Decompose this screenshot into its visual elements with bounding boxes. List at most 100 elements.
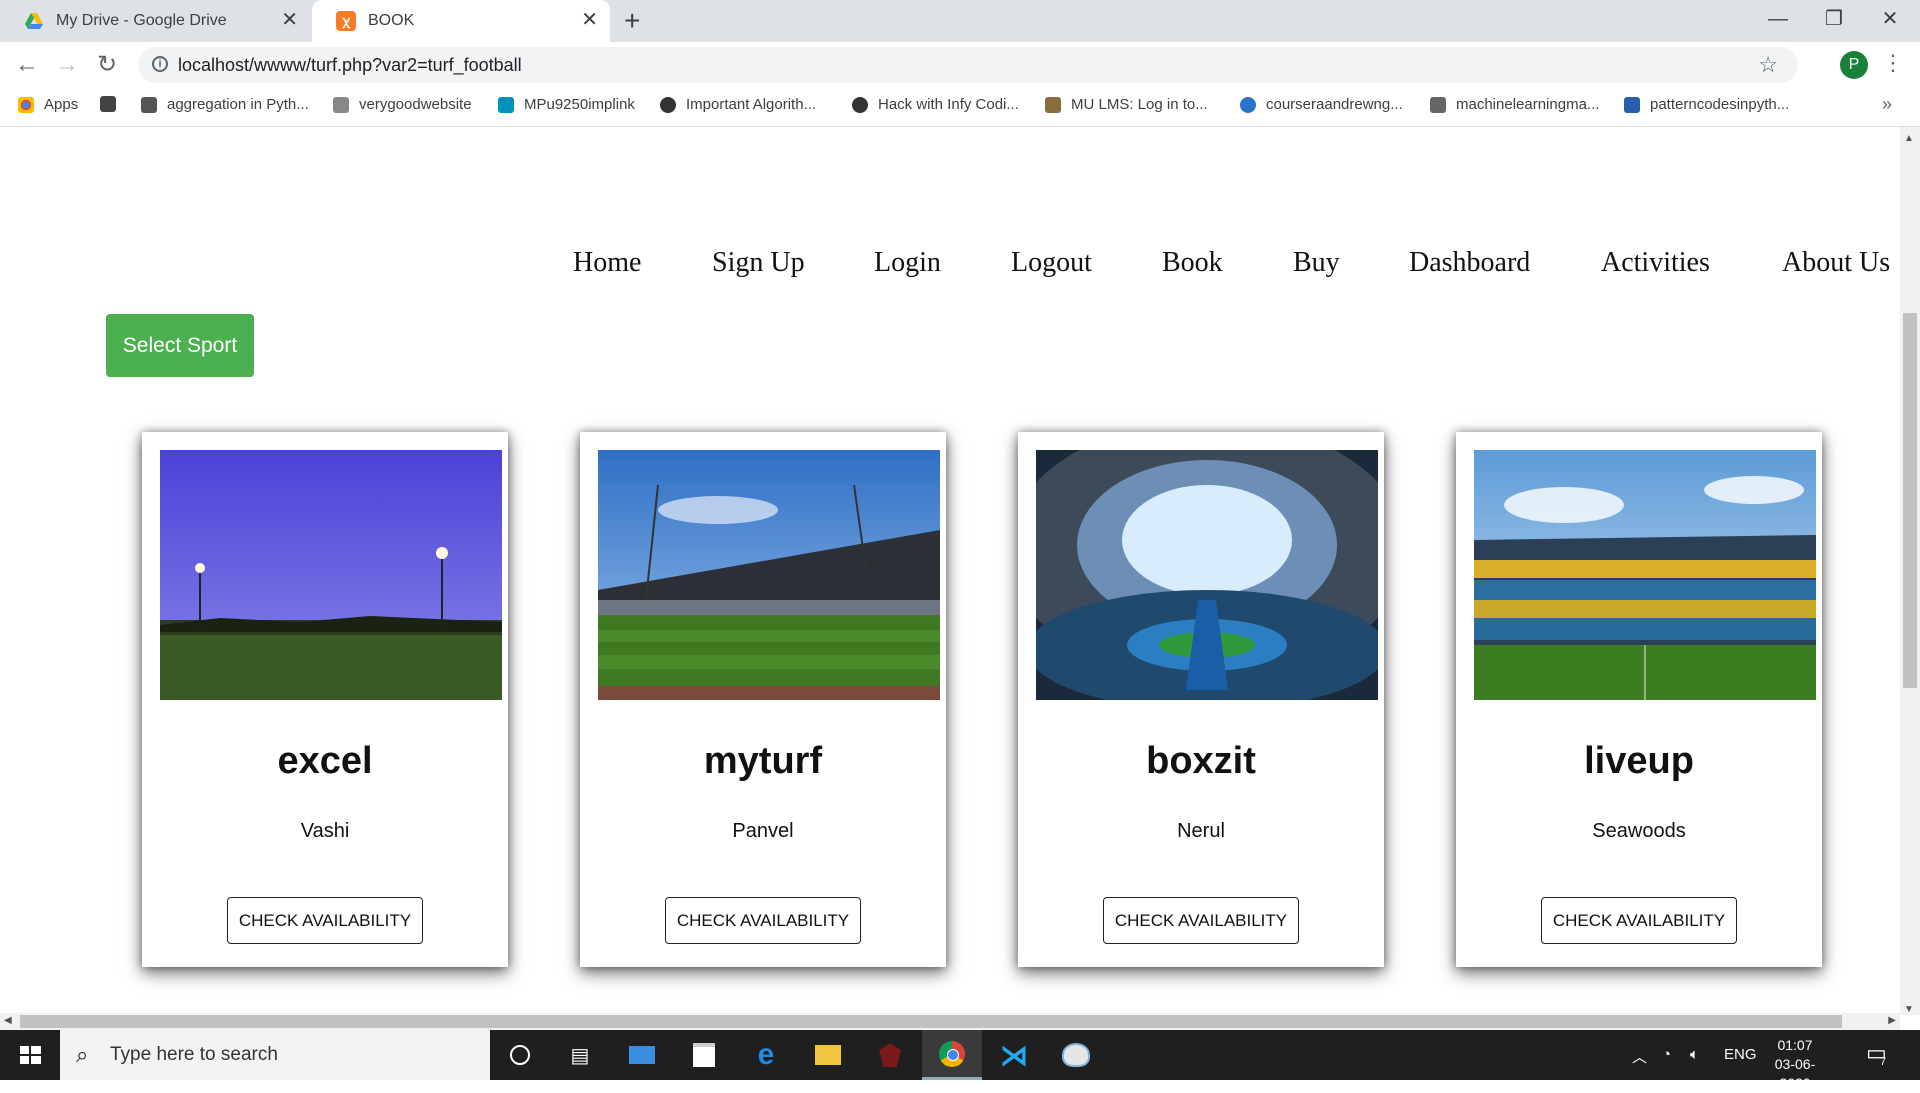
minimize-icon[interactable]: —: [1758, 4, 1798, 34]
bookmark-hackwithinfy[interactable]: Hack with Infy Codi...: [852, 96, 1019, 113]
turf-name: liveup: [1584, 740, 1694, 782]
arm-icon: [498, 96, 514, 113]
select-sport-button[interactable]: Select Sport: [106, 314, 254, 377]
turf-name: myturf: [703, 740, 823, 782]
language-indicator[interactable]: ENG: [1724, 1046, 1757, 1063]
apps-grid-icon: [18, 96, 34, 113]
lms-icon: [1045, 96, 1061, 113]
dc-icon: [1624, 96, 1640, 113]
scroll-down-icon[interactable]: ▼: [1904, 1004, 1914, 1015]
turf-location: Seawoods: [1592, 820, 1686, 842]
scroll-up-icon[interactable]: ▲: [1904, 133, 1914, 144]
date: 03-06-2020: [1774, 1056, 1816, 1091]
task-view-icon[interactable]: ▤: [550, 1030, 610, 1080]
turf-photo: [1474, 450, 1816, 700]
reload-icon[interactable]: ↻: [92, 50, 122, 80]
turf-photo: [160, 450, 502, 700]
nav-dashboard[interactable]: Dashboard: [1409, 247, 1530, 279]
maximize-icon[interactable]: ❐: [1814, 4, 1854, 34]
xampp-icon: ꭓ: [336, 11, 356, 31]
nav-about-us[interactable]: About Us: [1782, 247, 1890, 279]
nav-sign-up[interactable]: Sign Up: [712, 247, 805, 279]
file-explorer-icon[interactable]: [798, 1030, 858, 1080]
tab-google-drive[interactable]: My Drive - Google Drive ✕: [0, 0, 310, 42]
url-text: localhost/wwww/turf.php?var2=turf_footba…: [178, 55, 522, 75]
search-placeholder: Type here to search: [110, 1044, 278, 1065]
close-window-icon[interactable]: ✕: [1870, 4, 1910, 34]
info-icon[interactable]: i: [152, 56, 168, 72]
check-availability-button[interactable]: CHECK AVAILABILITY: [1103, 897, 1299, 944]
check-availability-button[interactable]: CHECK AVAILABILITY: [1541, 897, 1737, 944]
menu-kebab-icon[interactable]: ⋮: [1882, 50, 1904, 76]
mute-1998-icon: [100, 96, 116, 112]
nav-buy[interactable]: Buy: [1293, 247, 1340, 279]
turf-photo: [598, 450, 940, 700]
gfg-icon: [852, 96, 868, 113]
tray-overflow-icon[interactable]: ︿: [1632, 1046, 1647, 1067]
bookmark-star-icon[interactable]: ☆: [1758, 52, 1778, 78]
paint-icon[interactable]: [1046, 1030, 1106, 1080]
check-availability-button[interactable]: CHECK AVAILABILITY: [227, 897, 423, 944]
bookmark-coursera[interactable]: courseraandrewng...: [1240, 96, 1403, 113]
turf-name: boxzit: [1146, 740, 1256, 782]
scroll-left-icon[interactable]: ◀: [4, 1015, 12, 1026]
turf-location: Vashi: [300, 820, 350, 842]
nav-activities[interactable]: Activities: [1601, 247, 1710, 279]
vscode-icon[interactable]: ⋊: [984, 1030, 1044, 1080]
bookmark-verygoodwebsite[interactable]: verygoodwebsite: [333, 96, 472, 113]
taskbar-search[interactable]: ⌕ Type here to search: [60, 1030, 490, 1080]
close-tab-icon[interactable]: ✕: [281, 10, 298, 30]
volume-icon[interactable]: 🔈︎: [1690, 1046, 1699, 1063]
back-icon[interactable]: ←: [12, 50, 42, 80]
bookmark-algorithms[interactable]: Important Algorith...: [660, 96, 816, 113]
bookmarks-bar: Apps aggregation in Pyth... verygoodwebs…: [0, 88, 1920, 127]
windows-taskbar: ⌕ Type here to search ▤ e ⋊ ︿ ◔ 🔈︎ ENG 0…: [0, 1030, 1920, 1091]
vertical-scrollbar[interactable]: ▲ ▼: [1900, 127, 1920, 1015]
more-bookmarks-icon[interactable]: »: [1882, 94, 1892, 115]
bookmark-mu-lms[interactable]: MU LMS: Log in to...: [1045, 96, 1208, 113]
chrome-icon[interactable]: [922, 1030, 982, 1080]
browser-toolbar: ← → ↻ i localhost/wwww/turf.php?var2=tur…: [0, 42, 1920, 88]
horizontal-scrollbar[interactable]: ◀ ▶: [0, 1013, 1900, 1030]
turf-card: excel Vashi CHECK AVAILABILITY: [142, 432, 508, 967]
bookmark-mute[interactable]: [100, 96, 126, 112]
bookmark-patterncodes[interactable]: patterncodesinpyth...: [1624, 96, 1789, 113]
scroll-right-icon[interactable]: ▶: [1888, 1015, 1896, 1026]
predator-sense-icon[interactable]: [860, 1030, 920, 1080]
bookmark-apps[interactable]: Apps: [18, 96, 78, 113]
clock[interactable]: 01:07 03-06-2020: [1760, 1036, 1830, 1093]
start-button[interactable]: [0, 1030, 60, 1080]
horizontal-scroll-thumb[interactable]: [20, 1015, 1842, 1028]
forward-icon[interactable]: →: [52, 50, 82, 80]
browser-tab-strip: My Drive - Google Drive ✕ ꭓ BOOK ✕ + — ❐…: [0, 0, 1920, 42]
notification-count: 7: [1880, 1056, 1887, 1068]
bookmark-aggregation[interactable]: aggregation in Pyth...: [141, 96, 309, 113]
close-tab-icon[interactable]: ✕: [581, 10, 598, 30]
edge-icon[interactable]: e: [736, 1030, 796, 1080]
turf-card: myturf Panvel CHECK AVAILABILITY: [580, 432, 946, 967]
bookmark-ml[interactable]: machinelearningma...: [1430, 96, 1599, 113]
address-bar[interactable]: i localhost/wwww/turf.php?var2=turf_foot…: [138, 47, 1798, 83]
turf-card: liveup Seawoods CHECK AVAILABILITY: [1456, 432, 1822, 967]
profile-avatar[interactable]: P: [1840, 51, 1868, 79]
nav-book[interactable]: Book: [1162, 247, 1223, 279]
tab-title: My Drive - Google Drive: [56, 12, 227, 29]
nav-home[interactable]: Home: [573, 247, 641, 279]
check-availability-button[interactable]: CHECK AVAILABILITY: [665, 897, 861, 944]
store-icon[interactable]: [674, 1030, 734, 1080]
tab-book[interactable]: ꭓ BOOK ✕: [312, 0, 610, 42]
vertical-scroll-thumb[interactable]: [1903, 313, 1917, 688]
network-icon[interactable]: ◔: [1662, 1046, 1671, 1063]
new-tab-icon[interactable]: +: [624, 6, 640, 36]
turf-card: boxzit Nerul CHECK AVAILABILITY: [1018, 432, 1384, 967]
turf-name: excel: [277, 740, 373, 782]
ml-icon: [1430, 96, 1446, 113]
time: 01:07: [1777, 1037, 1813, 1053]
bookmark-mpu9250[interactable]: MPu9250implink: [498, 96, 635, 113]
nav-login[interactable]: Login: [874, 247, 941, 279]
mail-icon[interactable]: [612, 1030, 672, 1080]
cortana-icon[interactable]: [490, 1030, 550, 1080]
nav-logout[interactable]: Logout: [1011, 247, 1092, 279]
coursera-icon: [1240, 96, 1256, 113]
windows-logo-icon: [20, 1046, 41, 1064]
